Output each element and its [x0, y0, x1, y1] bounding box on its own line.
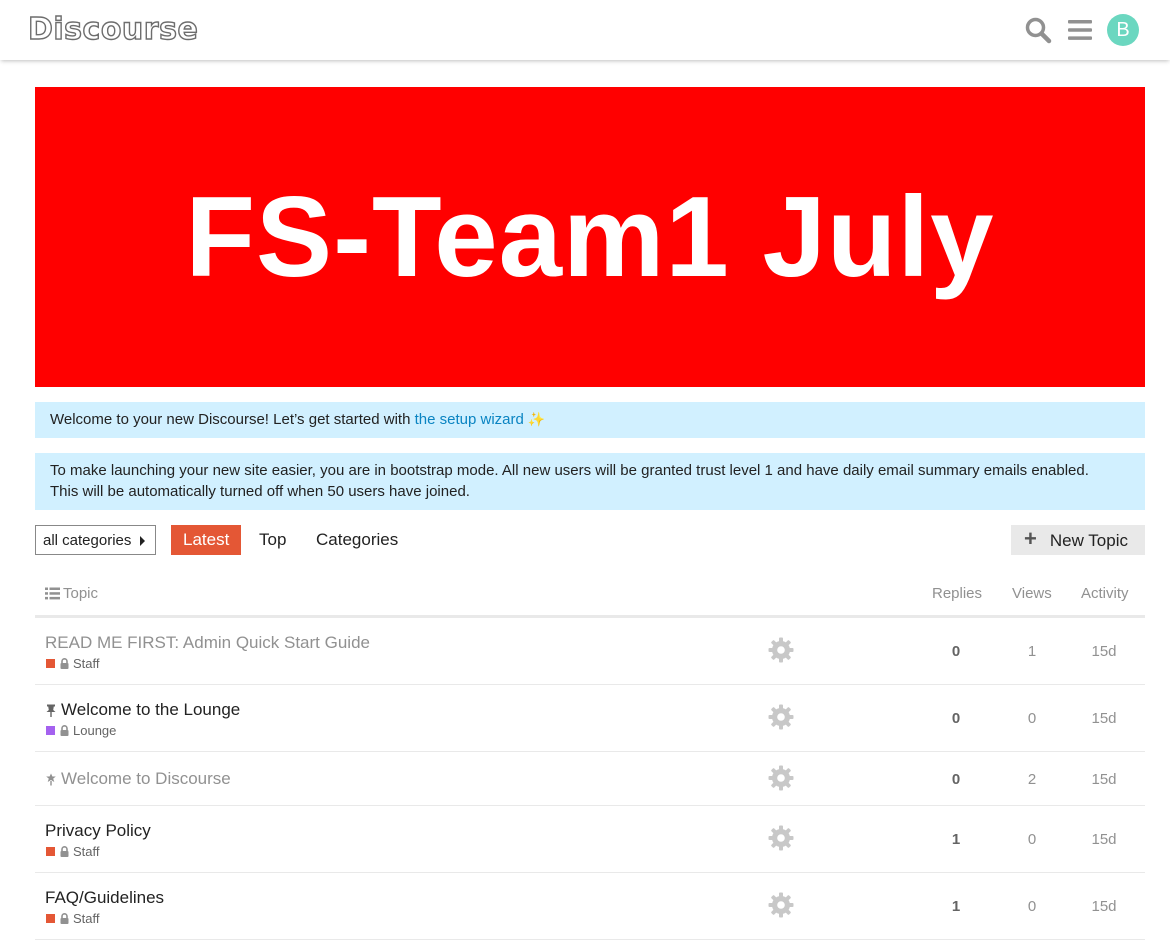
search-icon: [1025, 17, 1052, 44]
column-header-topic[interactable]: Topic: [45, 585, 98, 602]
topic-title[interactable]: READ ME FIRST: Admin Quick Start Guide: [45, 633, 370, 653]
topic-title-text[interactable]: Welcome to Discourse: [61, 769, 231, 789]
new-topic-label: New Topic: [1049, 531, 1128, 550]
site-header: Discourse B: [0, 0, 1170, 60]
topic-title[interactable]: Privacy Policy: [45, 821, 151, 841]
plus-icon: +: [1024, 526, 1037, 551]
topic-title-text[interactable]: READ ME FIRST: Admin Quick Start Guide: [45, 633, 370, 653]
views-count: 0: [1027, 898, 1037, 915]
hamburger-menu-icon: [1068, 20, 1092, 40]
topic-row[interactable]: FAQ/Guidelines Staff 1 0 15d: [35, 873, 1145, 940]
caret-right-icon: [140, 536, 145, 546]
replies-count[interactable]: 0: [936, 771, 976, 788]
lock-icon: [60, 846, 69, 857]
list-icon: [45, 587, 60, 600]
globe-pin-icon: [45, 773, 57, 786]
topic-category[interactable]: Staff: [46, 844, 100, 859]
bootstrap-mode-notice: To make launching your new site easier, …: [35, 453, 1145, 510]
pin-icon: [45, 704, 57, 717]
banner-title: FS-Team1 July: [185, 173, 995, 301]
topic-title[interactable]: Welcome to Discourse: [45, 769, 231, 789]
setup-wizard-link[interactable]: the setup wizard: [415, 411, 524, 428]
views-count: 2: [1027, 771, 1037, 788]
topic-row[interactable]: Welcome to Discourse 0 2 15d: [35, 752, 1145, 806]
topic-row[interactable]: READ ME FIRST: Admin Quick Start Guide S…: [35, 618, 1145, 685]
activity-time[interactable]: 15d: [1084, 831, 1124, 848]
tab-top[interactable]: Top: [247, 525, 298, 555]
activity-time[interactable]: 15d: [1084, 710, 1124, 727]
topic-title[interactable]: FAQ/Guidelines: [45, 888, 164, 908]
category-name: Staff: [73, 911, 100, 926]
views-count: 0: [1027, 831, 1037, 848]
category-color-badge: [46, 914, 55, 923]
hamburger-menu-button[interactable]: [1062, 12, 1098, 48]
lock-icon: [60, 658, 69, 669]
lock-icon: [60, 725, 69, 736]
topic-category[interactable]: Staff: [46, 911, 100, 926]
replies-count[interactable]: 1: [936, 898, 976, 915]
topic-title[interactable]: Welcome to the Lounge: [45, 700, 240, 720]
wizard-notice: Welcome to your new Discourse! Let’s get…: [35, 402, 1145, 438]
search-button[interactable]: [1020, 12, 1056, 48]
replies-count[interactable]: 0: [936, 710, 976, 727]
site-banner: FS-Team1 July: [35, 87, 1145, 387]
sparkles-icon: ✨: [527, 411, 546, 427]
column-header-views[interactable]: Views: [1012, 585, 1052, 602]
bootstrap-notice-line-1: To make launching your new site easier, …: [50, 462, 1089, 479]
tab-categories[interactable]: Categories: [304, 525, 410, 555]
user-avatar[interactable]: B: [1107, 14, 1139, 46]
activity-time[interactable]: 15d: [1084, 898, 1124, 915]
system-user-avatar-icon[interactable]: [768, 704, 794, 730]
system-user-avatar-icon[interactable]: [768, 892, 794, 918]
topic-title-text[interactable]: FAQ/Guidelines: [45, 888, 164, 908]
system-user-avatar-icon[interactable]: [768, 637, 794, 663]
topic-title-text[interactable]: Welcome to the Lounge: [61, 700, 240, 720]
new-topic-button[interactable]: + New Topic: [1011, 525, 1145, 555]
activity-time[interactable]: 15d: [1084, 643, 1124, 660]
activity-time[interactable]: 15d: [1084, 771, 1124, 788]
category-name: Staff: [73, 656, 100, 671]
category-dropdown[interactable]: all categories: [35, 525, 156, 555]
column-header-replies[interactable]: Replies: [932, 585, 982, 602]
logo-text: Discourse: [27, 11, 199, 47]
system-user-avatar-icon[interactable]: [768, 765, 794, 791]
category-name: Staff: [73, 844, 100, 859]
topic-category[interactable]: Staff: [46, 656, 100, 671]
lock-icon: [60, 913, 69, 924]
views-count: 1: [1027, 643, 1037, 660]
column-header-activity[interactable]: Activity: [1081, 585, 1129, 602]
views-count: 0: [1027, 710, 1037, 727]
category-color-badge: [46, 726, 55, 735]
topic-row[interactable]: Privacy Policy Staff 1 0 15d: [35, 806, 1145, 873]
category-dropdown-label: all categories: [43, 532, 132, 549]
topic-category[interactable]: Lounge: [46, 723, 116, 738]
topic-row[interactable]: Welcome to the Lounge Lounge 0 0 15d: [35, 685, 1145, 752]
category-color-badge: [46, 659, 55, 668]
topic-title-text[interactable]: Privacy Policy: [45, 821, 151, 841]
bootstrap-notice-line-2: This will be automatically turned off wh…: [50, 483, 470, 500]
category-color-badge: [46, 847, 55, 856]
site-logo[interactable]: Discourse: [27, 8, 198, 50]
system-user-avatar-icon[interactable]: [768, 825, 794, 851]
replies-count[interactable]: 0: [936, 643, 976, 660]
tab-latest[interactable]: Latest: [171, 525, 242, 555]
wizard-notice-text: Welcome to your new Discourse! Let’s get…: [50, 411, 415, 428]
replies-count[interactable]: 1: [936, 831, 976, 848]
column-header-topic-label: Topic: [63, 585, 99, 602]
category-name: Lounge: [73, 723, 117, 738]
